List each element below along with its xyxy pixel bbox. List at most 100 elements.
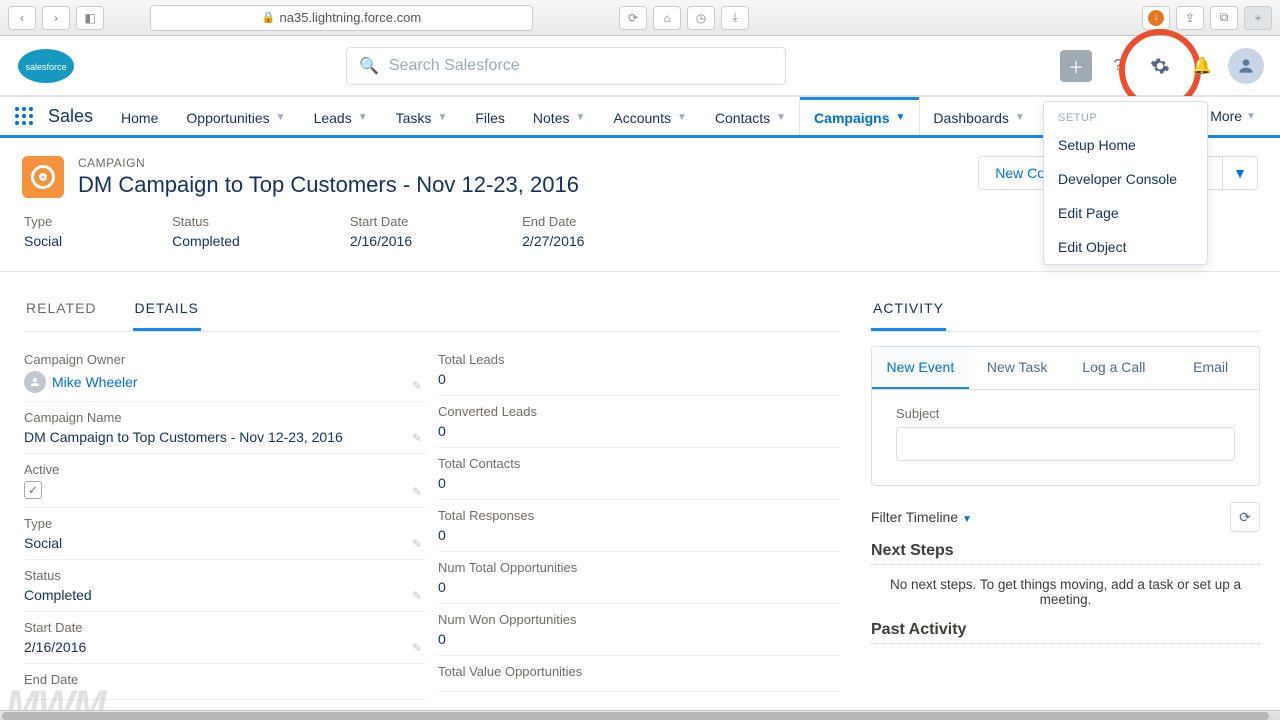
tabs-button[interactable]: ⧉ <box>1210 6 1238 30</box>
reload-button[interactable]: ⟳ <box>619 6 647 30</box>
home-button[interactable]: ⌂ <box>653 6 681 30</box>
edit-pencil-icon[interactable]: ✎ <box>412 537 422 551</box>
subject-input[interactable] <box>896 427 1235 461</box>
activity-tab-log-a-call[interactable]: Log a Call <box>1066 347 1163 389</box>
subject-label: Subject <box>896 406 1235 421</box>
global-add-button[interactable]: ＋ <box>1060 50 1092 82</box>
field-campaign-owner: Campaign OwnerMike Wheeler✎ <box>24 344 426 402</box>
sidebar-toggle[interactable]: ◧ <box>76 6 104 30</box>
chevron-down-icon: ▼ <box>437 112 447 123</box>
highlight-status: StatusCompleted <box>172 214 240 249</box>
forward-button[interactable]: › <box>42 6 70 30</box>
edit-pencil-icon[interactable]: ✎ <box>412 485 422 499</box>
past-activity-heading: Past Activity <box>871 621 1260 644</box>
nav-contacts[interactable]: Contacts▼ <box>701 97 800 135</box>
edit-pencil-icon[interactable]: ✎ <box>412 431 422 445</box>
help-icon[interactable]: ? <box>1102 50 1134 82</box>
app-launcher-icon[interactable] <box>10 102 38 130</box>
chevron-down-icon: ▼ <box>575 112 585 123</box>
nav-notes[interactable]: Notes▼ <box>519 97 599 135</box>
activity-tab-new-task[interactable]: New Task <box>969 347 1066 389</box>
nav-files[interactable]: Files <box>461 97 519 135</box>
edit-pencil-icon[interactable]: ✎ <box>412 589 422 603</box>
chevron-down-icon: ▼ <box>896 112 906 123</box>
nav-accounts[interactable]: Accounts▼ <box>599 97 701 135</box>
url-bar[interactable]: 🔒 na35.lightning.force.com <box>150 5 533 31</box>
user-avatar[interactable] <box>1228 48 1264 84</box>
next-steps-empty: No next steps. To get things moving, add… <box>871 571 1260 613</box>
change-owner-icon[interactable]: ✎ <box>412 379 422 393</box>
field-total-leads: Total Leads0 <box>438 344 840 396</box>
browser-toolbar: ‹ › ◧ 🔒 na35.lightning.force.com ⟳ ⌂ ◷ ⤓… <box>0 0 1280 36</box>
more-actions-button[interactable]: ▼ <box>1222 156 1258 190</box>
setup-developer-console[interactable]: Developer Console <box>1044 162 1207 196</box>
field-status: StatusCompleted✎ <box>24 560 426 612</box>
field-start-date: Start Date2/16/2016✎ <box>24 612 426 664</box>
field-converted-leads: Converted Leads0 <box>438 396 840 448</box>
field-active: Active✓✎ <box>24 454 426 508</box>
filter-timeline[interactable]: Filter Timeline ▼ <box>871 509 972 525</box>
main-column: RELATED DETAILS Campaign OwnerMike Wheel… <box>0 272 860 726</box>
nav-dashboards[interactable]: Dashboards▼ <box>919 97 1038 135</box>
history-button[interactable]: ◷ <box>687 6 715 30</box>
field-total-contacts: Total Contacts0 <box>438 448 840 500</box>
activity-composer: New EventNew TaskLog a CallEmail Subject <box>871 346 1260 486</box>
activity-column: ACTIVITY New EventNew TaskLog a CallEmai… <box>860 272 1280 726</box>
edit-pencil-icon[interactable]: ✎ <box>412 641 422 655</box>
nav-campaigns[interactable]: Campaigns▼ <box>800 97 919 135</box>
highlight-start-date: Start Date2/16/2016 <box>350 214 412 249</box>
extension-icon[interactable]: ↓ <box>1142 6 1170 30</box>
nav-opportunities[interactable]: Opportunities▼ <box>172 97 299 135</box>
active-checkbox: ✓ <box>24 481 42 499</box>
svg-text:salesforce: salesforce <box>25 62 66 72</box>
primary-nav: Sales HomeOpportunities▼Leads▼Tasks▼File… <box>0 96 1280 138</box>
field-total-value-opportunities: Total Value Opportunities <box>438 656 840 692</box>
chevron-down-icon: ▼ <box>776 112 786 123</box>
app-header: salesforce 🔍 Search Salesforce ＋ ? 🔔 <box>0 36 1280 96</box>
field-type: TypeSocial✎ <box>24 508 426 560</box>
setup-menu-header: SETUP <box>1044 102 1207 128</box>
next-steps-heading: Next Steps <box>871 542 1260 565</box>
highlight-type: TypeSocial <box>24 214 62 249</box>
app-name: Sales <box>48 106 93 127</box>
refresh-timeline-button[interactable]: ⟳ <box>1230 502 1260 532</box>
share-button[interactable]: ⇪ <box>1176 6 1204 30</box>
activity-tab-new-event[interactable]: New Event <box>872 347 969 389</box>
new-tab-button[interactable]: + <box>1244 6 1272 30</box>
salesforce-logo: salesforce <box>16 46 76 86</box>
setup-gear-icon[interactable] <box>1144 50 1176 82</box>
setup-setup-home[interactable]: Setup Home <box>1044 128 1207 162</box>
activity-tab[interactable]: ACTIVITY <box>871 290 946 331</box>
chevron-down-icon: ▼ <box>276 112 286 123</box>
lock-icon: 🔒 <box>262 11 276 24</box>
chevron-down-icon: ▼ <box>962 514 972 525</box>
field-campaign-name: Campaign NameDM Campaign to Top Customer… <box>24 402 426 454</box>
person-icon <box>24 371 46 393</box>
search-placeholder: Search Salesforce <box>389 57 520 75</box>
notifications-icon[interactable]: 🔔 <box>1186 50 1218 82</box>
field-total-responses: Total Responses0 <box>438 500 840 552</box>
setup-edit-page[interactable]: Edit Page <box>1044 196 1207 230</box>
chevron-down-icon: ▼ <box>1015 112 1025 123</box>
url-text: na35.lightning.force.com <box>280 10 422 25</box>
chevron-down-icon: ▼ <box>1246 111 1256 122</box>
tab-details[interactable]: DETAILS <box>133 290 201 331</box>
record-title: DM Campaign to Top Customers - Nov 12-23… <box>78 172 579 198</box>
setup-menu: SETUP Setup HomeDeveloper ConsoleEdit Pa… <box>1043 101 1208 265</box>
object-label: CAMPAIGN <box>78 156 579 170</box>
nav-tasks[interactable]: Tasks▼ <box>382 97 462 135</box>
highlight-end-date: End Date2/27/2016 <box>522 214 584 249</box>
setup-edit-object[interactable]: Edit Object <box>1044 230 1207 264</box>
nav-leads[interactable]: Leads▼ <box>300 97 382 135</box>
downloads-button[interactable]: ⤓ <box>721 6 749 30</box>
field-num-total-opportunities: Num Total Opportunities0 <box>438 552 840 604</box>
chevron-down-icon: ▼ <box>677 112 687 123</box>
nav-home[interactable]: Home <box>107 97 172 135</box>
horizontal-scrollbar[interactable] <box>0 710 1280 720</box>
back-button[interactable]: ‹ <box>8 6 36 30</box>
tab-related[interactable]: RELATED <box>24 290 99 331</box>
activity-tab-email[interactable]: Email <box>1162 347 1259 389</box>
campaign-object-icon <box>22 156 64 198</box>
global-search[interactable]: 🔍 Search Salesforce <box>346 47 786 85</box>
chevron-down-icon: ▼ <box>358 112 368 123</box>
